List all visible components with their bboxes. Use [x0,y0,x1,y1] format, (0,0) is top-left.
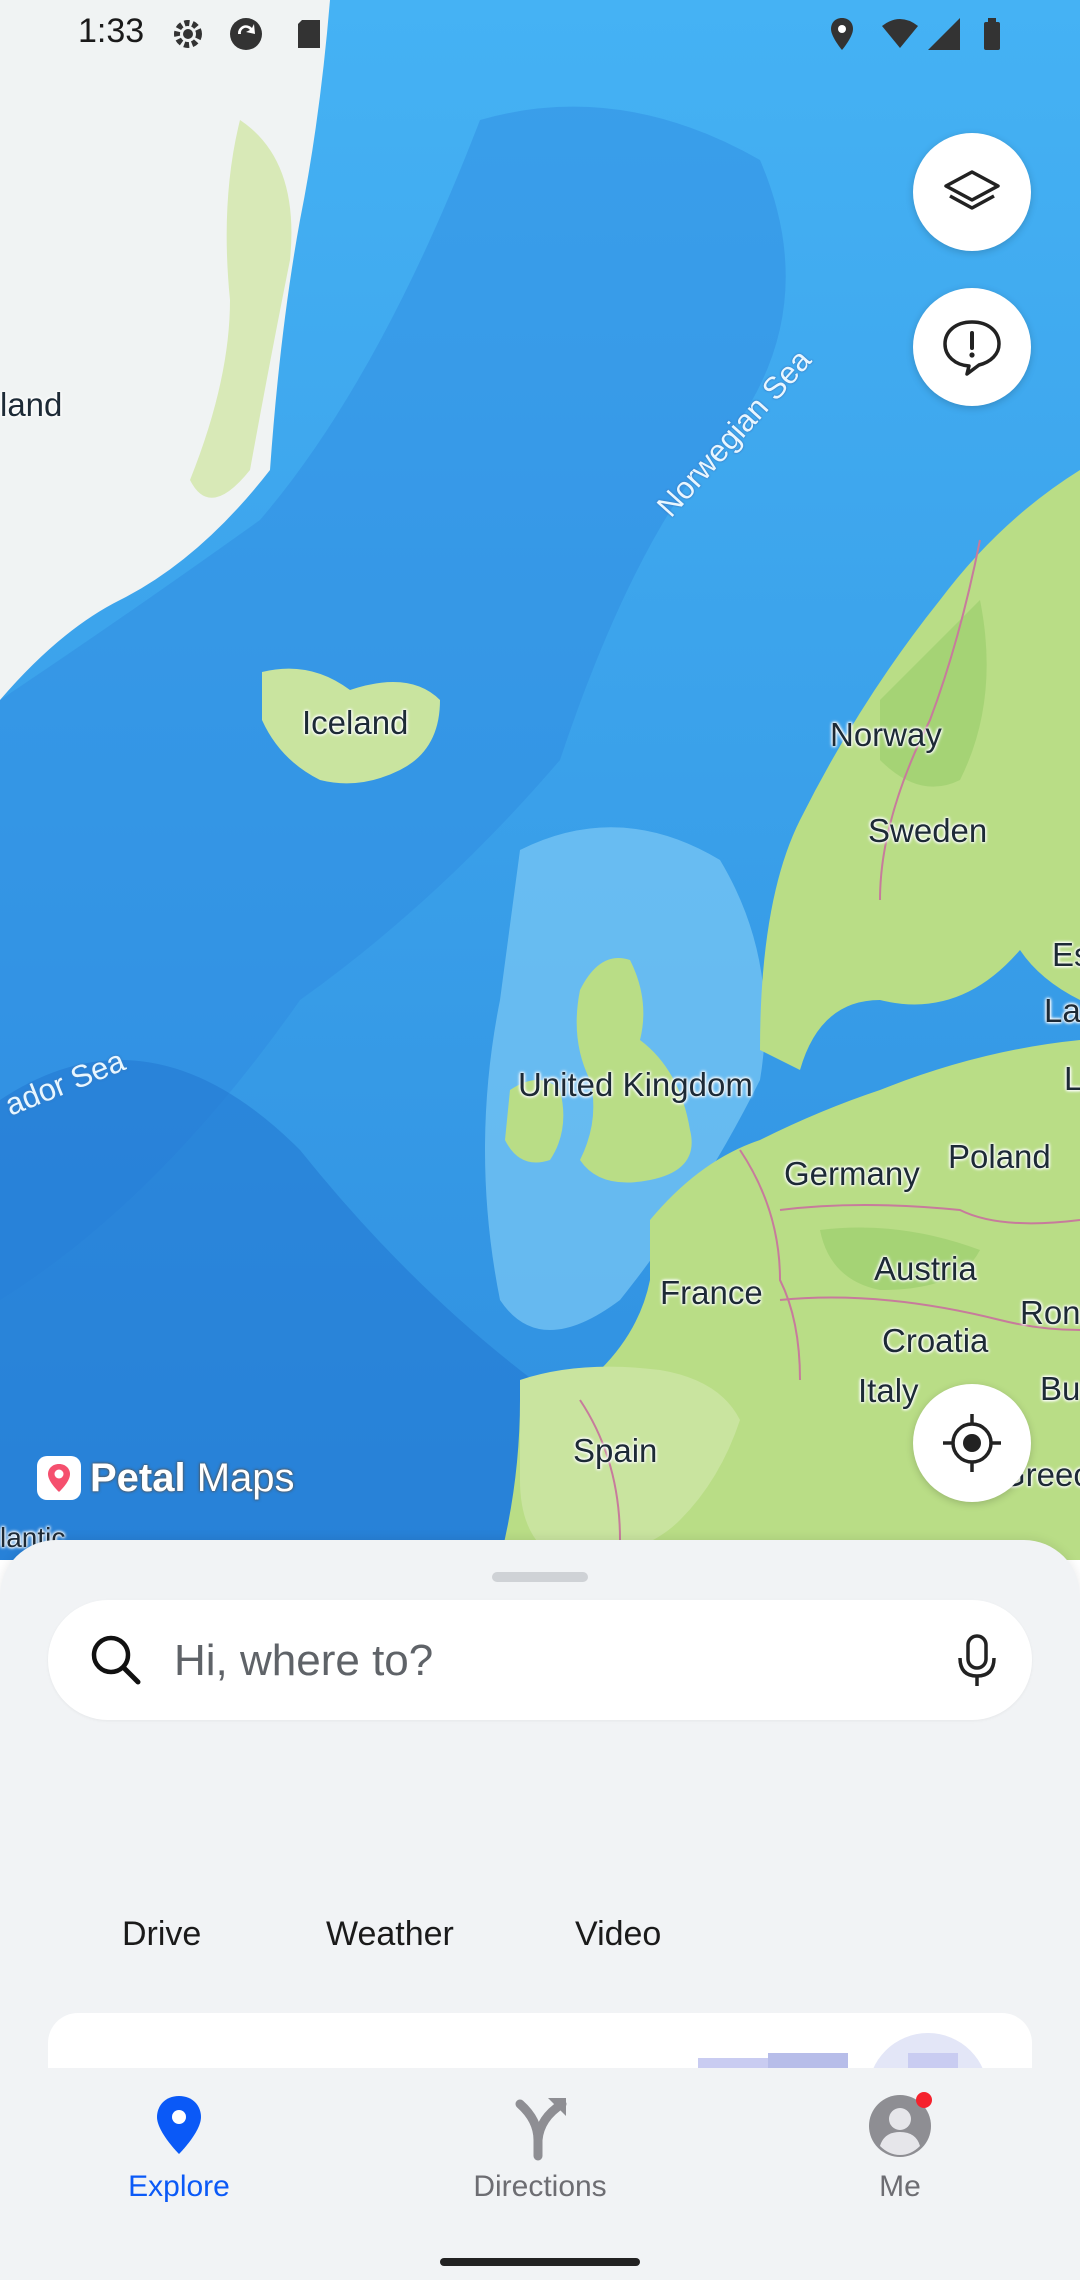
quick-action-drive[interactable]: Drive [122,1915,201,1954]
quick-action-weather[interactable]: Weather [326,1915,454,1954]
search-bar[interactable] [48,1600,1032,1720]
sheet-drag-handle[interactable] [492,1572,588,1582]
petal-maps-logo-icon [37,1456,81,1500]
map-label-sweden: Sweden [868,812,988,849]
layers-icon [944,170,1000,210]
search-input[interactable] [172,1624,876,1698]
map-label-united-kingdom: United Kingdom [518,1066,753,1103]
avatar-icon [869,2092,932,2157]
map-label-italy: Italy [858,1372,919,1409]
map-label-latvia: La [1044,992,1080,1029]
location-pin-icon [157,2096,201,2154]
map-label-france: France [660,1274,763,1311]
nav-label-explore: Explore [128,2170,230,2203]
map-label-austria: Austria [874,1250,977,1287]
sync-icon [230,18,262,50]
map-layers-button[interactable] [913,133,1031,251]
map-label-croatia: Croatia [882,1322,989,1359]
map-label-romania: Ron [1020,1294,1080,1331]
content-card[interactable] [48,2013,1032,2070]
map-label-bulgaria: Bu [1040,1370,1080,1407]
notification-badge [916,2092,932,2108]
cellular-signal-icon [928,18,960,50]
nav-me[interactable]: Me [780,2090,1020,2220]
sd-card-icon [298,20,320,48]
feedback-icon [943,320,1001,376]
map-view[interactable]: land Iceland Norway Sweden Es La Li Unit… [0,0,1080,1560]
status-time: 1:33 [78,12,145,50]
map-label-spain: Spain [573,1432,658,1469]
my-location-icon [943,1414,1001,1472]
status-bar: 1:33 [0,0,1080,70]
map-label-poland: Poland [948,1138,1051,1175]
map-label-germany: Germany [784,1155,920,1192]
map-label-greenland: land [0,386,63,423]
petal-maps-logo: Petal Maps [36,1455,295,1501]
battery-icon [984,18,1000,50]
map-label-lithuania: Li [1064,1060,1080,1097]
settings-icon [174,20,202,48]
my-location-button[interactable] [913,1384,1031,1502]
search-icon [91,1635,141,1685]
nav-label-directions: Directions [473,2170,607,2203]
directions-fork-icon [515,2098,567,2161]
quick-action-video[interactable]: Video [575,1915,661,1954]
nav-explore[interactable]: Explore [59,2090,299,2220]
microphone-icon[interactable] [948,1630,1006,1690]
bottom-nav: Explore Directions Me [0,2068,1080,2280]
map-label-norway: Norway [830,716,942,753]
nav-label-me: Me [879,2170,921,2203]
wifi-icon [882,19,918,48]
home-indicator[interactable] [440,2258,640,2266]
map-label-iceland: Iceland [302,704,409,741]
nav-directions[interactable]: Directions [420,2090,660,2220]
card-preview-graphic [698,2033,984,2070]
feedback-button[interactable] [913,288,1031,406]
bottom-sheet[interactable]: Drive Weather Video [0,1540,1080,2070]
map-label-estonia: Es [1052,936,1080,973]
petal-maps-wordmark: Petal Maps [90,1455,295,1500]
location-icon [831,18,853,50]
